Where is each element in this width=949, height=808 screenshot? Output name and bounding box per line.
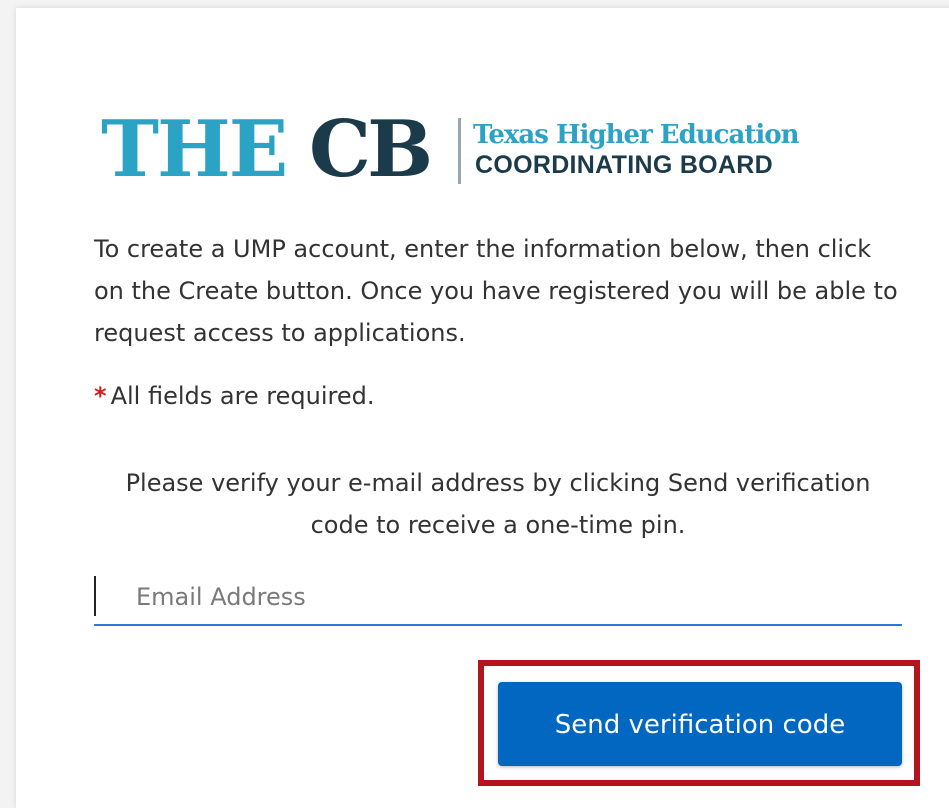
send-verification-code-button[interactable]: Send verification code <box>498 682 902 766</box>
required-fields-text: All fields are required. <box>110 382 375 410</box>
logo-divider <box>458 118 461 184</box>
email-input[interactable] <box>136 572 876 622</box>
text-caret <box>94 576 96 616</box>
email-field[interactable] <box>94 572 902 626</box>
required-asterisk: * <box>94 382 107 410</box>
verify-instructions: Please verify your e-mail address by cli… <box>125 469 871 539</box>
logo-acronym-the: THE <box>101 104 288 195</box>
intro-text: To create a UMP account, enter the infor… <box>94 235 898 347</box>
logo-line-texas-higher-education: Texas Higher Education <box>473 120 799 150</box>
logo-line-coordinating-board: COORDINATING BOARD <box>475 151 773 179</box>
required-fields-note: * All fields are required. <box>94 378 375 414</box>
thecb-logo: THE CB Texas Higher Education COORDINATI… <box>101 104 801 195</box>
logo-acronym-cb: CB <box>309 104 433 195</box>
